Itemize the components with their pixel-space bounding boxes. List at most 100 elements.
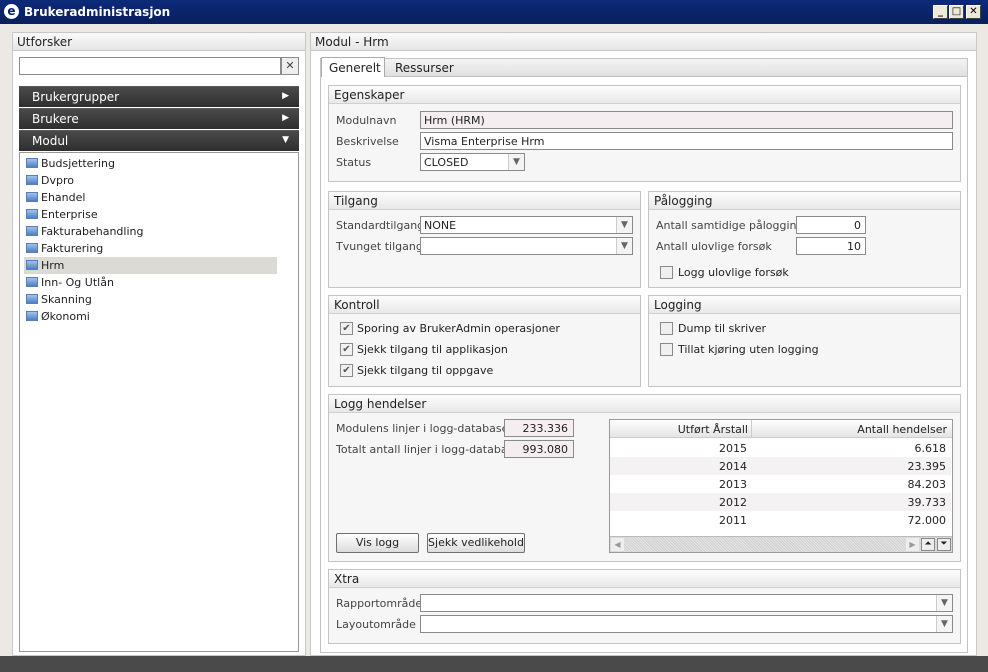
tree-item[interactable]: Økonomi xyxy=(24,308,277,325)
section-brukere[interactable]: Brukere ▶ xyxy=(19,108,299,129)
beskrivelse-field[interactable]: Visma Enterprise Hrm xyxy=(420,132,953,150)
tree-item[interactable]: Fakturering xyxy=(24,240,277,257)
sjekk-oppgave-checkbox[interactable]: ✔ xyxy=(340,364,353,377)
samtidige-field[interactable]: 0 xyxy=(796,216,866,234)
section-brukergrupper[interactable]: Brukergrupper ▶ xyxy=(19,86,299,107)
tab-generelt[interactable]: Generelt xyxy=(321,57,385,78)
group-title: Logg hendelser xyxy=(329,395,960,413)
table-row[interactable]: 2012 39.733 xyxy=(610,493,951,511)
tree-item[interactable]: Inn- Og Utlån xyxy=(24,274,277,291)
sjekk-applikasjon-checkbox[interactable]: ✔ xyxy=(340,343,353,356)
cell-year: 2015 xyxy=(719,442,747,455)
column-header-count[interactable]: Antall hendelser xyxy=(857,423,947,436)
tree-item-label: Økonomi xyxy=(41,310,90,323)
tree-item[interactable]: Fakturabehandling xyxy=(24,223,277,240)
tree-item[interactable]: Skanning xyxy=(24,291,277,308)
group-title: Egenskaper xyxy=(329,86,960,104)
tree-item-label: Ehandel xyxy=(41,191,86,204)
layoutomrade-select[interactable]: ▼ xyxy=(420,615,953,633)
chevron-down-icon: ▼ xyxy=(616,217,632,233)
scroll-top-icon[interactable]: ⏶ xyxy=(921,538,935,551)
sjekk-vedlikehold-button[interactable]: Sjekk vedlikehold xyxy=(427,533,525,553)
standardtilgang-label: Standardtilgang xyxy=(336,219,425,232)
layoutomrade-label: Layoutområde xyxy=(336,618,416,631)
section-modul[interactable]: Modul ▼ xyxy=(19,130,299,151)
section-label: Modul xyxy=(32,134,69,148)
tree-item-label: Fakturabehandling xyxy=(41,225,144,238)
scroll-bottom-icon[interactable]: ⏷ xyxy=(937,538,951,551)
scroll-right-icon[interactable]: ▶ xyxy=(906,538,919,551)
group-logging: Logging xyxy=(648,295,961,387)
tree-item-label: Budsjettering xyxy=(41,157,115,170)
group-title: Kontroll xyxy=(329,296,640,314)
column-header-year[interactable]: Utført Årstall xyxy=(678,423,748,436)
close-icon[interactable]: ✕ xyxy=(966,5,981,19)
clear-search-icon[interactable]: ✕ xyxy=(281,57,299,75)
chevron-down-icon: ▼ xyxy=(936,595,952,611)
cell-count: 23.395 xyxy=(907,460,947,473)
cell-year: 2013 xyxy=(719,478,747,491)
group-title: Pålogging xyxy=(649,192,960,210)
tree-item[interactable]: Budsjettering xyxy=(24,155,277,172)
rapportomrade-select[interactable]: ▼ xyxy=(420,594,953,612)
tree-item-label: Inn- Og Utlån xyxy=(41,276,114,289)
sjekk-applikasjon-label: Sjekk tilgang til applikasjon xyxy=(357,343,508,356)
cell-year: 2012 xyxy=(719,496,747,509)
table-row[interactable]: 2015 6.618 xyxy=(610,439,951,457)
module-title: Modul - Hrm xyxy=(311,33,976,51)
module-icon xyxy=(26,226,38,236)
minimize-icon[interactable]: _ xyxy=(933,5,948,19)
table-row[interactable]: 2011 72.000 xyxy=(610,511,951,529)
sporing-checkbox[interactable]: ✔ xyxy=(340,322,353,335)
scroll-left-icon[interactable]: ◀ xyxy=(611,538,624,551)
module-icon xyxy=(26,311,38,321)
status-bar xyxy=(0,656,988,672)
standardtilgang-select[interactable]: NONE ▼ xyxy=(420,216,633,234)
section-label: Brukergrupper xyxy=(32,90,120,104)
tab-ressurser[interactable]: Ressurser xyxy=(389,60,460,76)
maximize-icon[interactable]: □ xyxy=(949,5,964,19)
tree-item-selected[interactable]: Hrm xyxy=(24,257,277,274)
chevron-down-icon: ▼ xyxy=(282,135,289,145)
table-row[interactable]: 2014 23.395 xyxy=(610,457,951,475)
tree-item[interactable]: Dvpro xyxy=(24,172,277,189)
logg-ulovlige-checkbox[interactable] xyxy=(660,266,673,279)
chevron-down-icon: ▼ xyxy=(616,238,632,254)
cell-year: 2014 xyxy=(719,460,747,473)
status-select[interactable]: CLOSED ▼ xyxy=(420,153,525,171)
tree-item-label: Hrm xyxy=(41,259,65,272)
standardtilgang-value: NONE xyxy=(424,219,457,232)
beskrivelse-label: Beskrivelse xyxy=(336,135,399,148)
vis-logg-button[interactable]: Vis logg xyxy=(336,533,419,553)
module-icon xyxy=(26,243,38,253)
explorer-title: Utforsker xyxy=(13,33,305,51)
tree-item[interactable]: Ehandel xyxy=(24,189,277,206)
group-title: Logging xyxy=(649,296,960,314)
dump-checkbox[interactable] xyxy=(660,322,673,335)
tvunget-tilgang-label: Tvunget tilgang xyxy=(336,240,423,253)
ulovlige-field[interactable]: 10 xyxy=(796,237,866,255)
module-icon xyxy=(26,260,38,270)
modulnavn-field[interactable]: Hrm (HRM) xyxy=(420,111,953,129)
rapportomrade-label: Rapportområde xyxy=(336,597,423,610)
horizontal-scrollbar[interactable]: ◀ ▶ ⏶ ⏷ xyxy=(610,536,952,552)
table-header: Utført Årstall Antall hendelser xyxy=(610,420,952,438)
tillat-checkbox[interactable] xyxy=(660,343,673,356)
tree-item-label: Skanning xyxy=(41,293,92,306)
cell-count: 6.618 xyxy=(914,442,947,455)
group-title: Xtra xyxy=(329,570,960,588)
chevron-right-icon: ▶ xyxy=(282,91,289,101)
totalt-linjer-label: Totalt antall linjer i logg-databasen xyxy=(336,443,528,456)
tree-item-label: Fakturering xyxy=(41,242,104,255)
window-title: Brukeradministrasjon xyxy=(24,5,171,19)
totalt-linjer-value: 993.080 xyxy=(504,440,574,458)
title-bar: e Brukeradministrasjon _ □ ✕ xyxy=(0,0,988,24)
module-icon xyxy=(26,175,38,185)
tvunget-tilgang-select[interactable]: ▼ xyxy=(420,237,633,255)
explorer-search-input[interactable] xyxy=(19,57,281,75)
tree-item[interactable]: Enterprise xyxy=(24,206,277,223)
log-table: Utført Årstall Antall hendelser 2015 6.61… xyxy=(609,419,953,553)
tree-item-label: Dvpro xyxy=(41,174,74,187)
cell-year: 2011 xyxy=(719,514,747,527)
table-row[interactable]: 2013 84.203 xyxy=(610,475,951,493)
